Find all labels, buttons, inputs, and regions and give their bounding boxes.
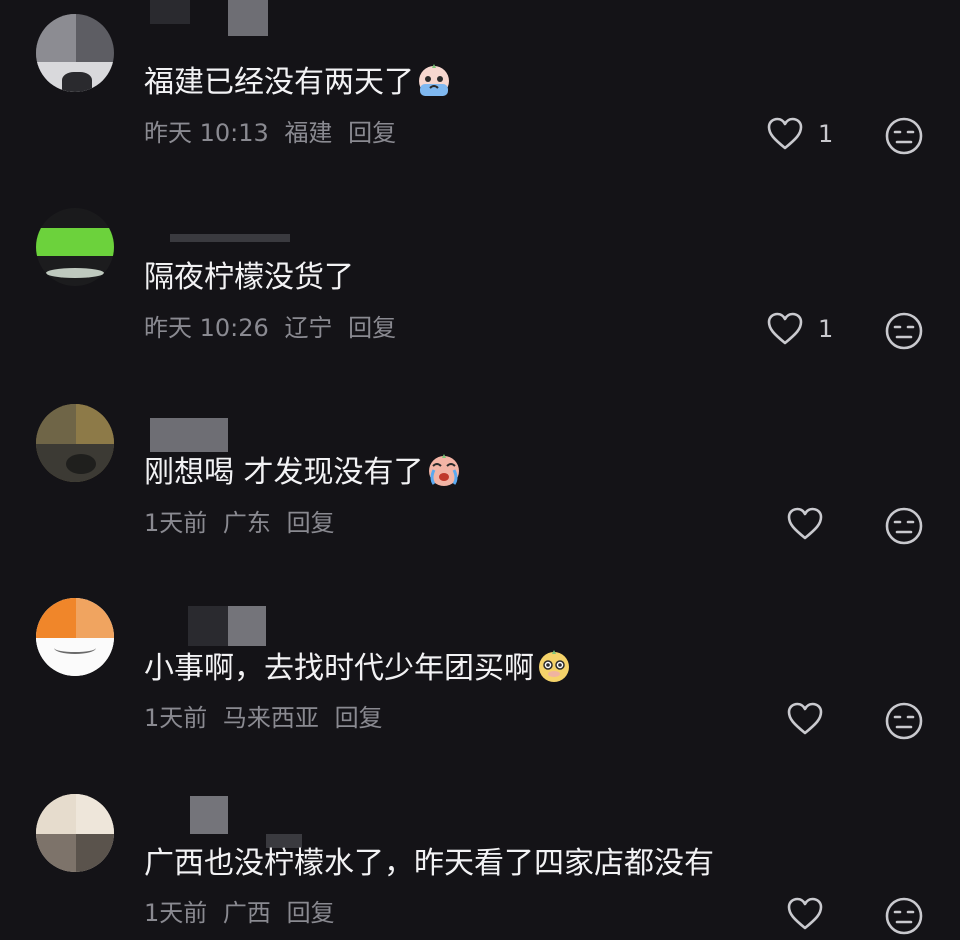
avatar[interactable] — [36, 14, 114, 92]
like-button[interactable]: 1 — [766, 116, 833, 152]
heart-outline-icon — [787, 897, 823, 930]
neutral-face-icon — [885, 897, 923, 935]
comment-text: 隔夜柠檬没货了 — [144, 260, 354, 295]
like-count: 1 — [818, 120, 834, 148]
smug-face-emoji — [539, 650, 569, 682]
comment-meta: 1天前 广西 回复 — [144, 898, 343, 928]
neutral-face-icon — [885, 312, 923, 350]
dislike-button[interactable] — [884, 701, 924, 745]
avatar[interactable] — [36, 404, 114, 482]
like-count: 1 — [818, 315, 834, 343]
comment-text: 福建已经没有两天了 — [144, 62, 452, 103]
comment-meta: 昨天 10:13 福建 回复 — [144, 118, 404, 148]
comment-time: 1天前 — [144, 899, 208, 927]
username-blurred[interactable] — [228, 0, 268, 36]
username-blurred[interactable] — [170, 234, 290, 242]
username-blurred[interactable] — [228, 606, 266, 646]
comment-meta: 1天前 马来西亚 回复 — [144, 703, 391, 733]
tearful-face-emoji — [428, 454, 459, 486]
comment-time: 1天前 — [144, 704, 208, 732]
heart-outline-icon — [767, 117, 803, 150]
comment-time: 昨天 10:26 — [144, 314, 269, 342]
dislike-button[interactable] — [884, 311, 924, 355]
like-button[interactable] — [786, 506, 824, 542]
comment-location: 辽宁 — [284, 314, 333, 342]
comment-time: 昨天 10:13 — [144, 119, 269, 147]
dislike-button[interactable] — [884, 896, 924, 940]
heart-outline-icon — [787, 507, 823, 540]
username-blurred[interactable] — [150, 418, 228, 452]
comment-time: 1天前 — [144, 509, 208, 537]
comment-meta: 昨天 10:26 辽宁 回复 — [144, 313, 404, 343]
like-button[interactable]: 1 — [766, 311, 833, 347]
neutral-face-icon — [885, 702, 923, 740]
neutral-face-icon — [885, 507, 923, 545]
neutral-face-icon — [885, 117, 923, 155]
like-button[interactable] — [786, 701, 824, 737]
reply-button[interactable]: 回复 — [287, 509, 335, 537]
dislike-button[interactable] — [884, 506, 924, 550]
heart-outline-icon — [767, 312, 803, 345]
heart-outline-icon — [787, 702, 823, 735]
username-blurred[interactable] — [188, 606, 228, 646]
reply-button[interactable]: 回复 — [348, 119, 396, 147]
dislike-button[interactable] — [884, 116, 924, 160]
comment-text: 小事啊，去找时代少年团买啊 — [144, 648, 572, 689]
comment-location: 福建 — [284, 119, 333, 147]
comment-location: 广东 — [222, 509, 271, 537]
avatar[interactable] — [36, 208, 114, 286]
comment-location: 马来西亚 — [222, 704, 319, 732]
comment-text: 刚想喝 才发现没有了 — [144, 452, 462, 493]
reply-button[interactable]: 回复 — [287, 899, 335, 927]
username-blurred[interactable] — [150, 0, 190, 24]
comment-location: 广西 — [222, 899, 271, 927]
comment-text: 广西也没柠檬水了，昨天看了四家店都没有 — [144, 846, 714, 881]
reply-button[interactable]: 回复 — [348, 314, 396, 342]
crying-face-emoji — [419, 64, 449, 96]
reply-button[interactable]: 回复 — [335, 704, 383, 732]
comment-meta: 1天前 广东 回复 — [144, 508, 343, 538]
avatar[interactable] — [36, 794, 114, 872]
like-button[interactable] — [786, 896, 824, 932]
avatar[interactable] — [36, 598, 114, 676]
username-blurred[interactable] — [190, 796, 228, 834]
